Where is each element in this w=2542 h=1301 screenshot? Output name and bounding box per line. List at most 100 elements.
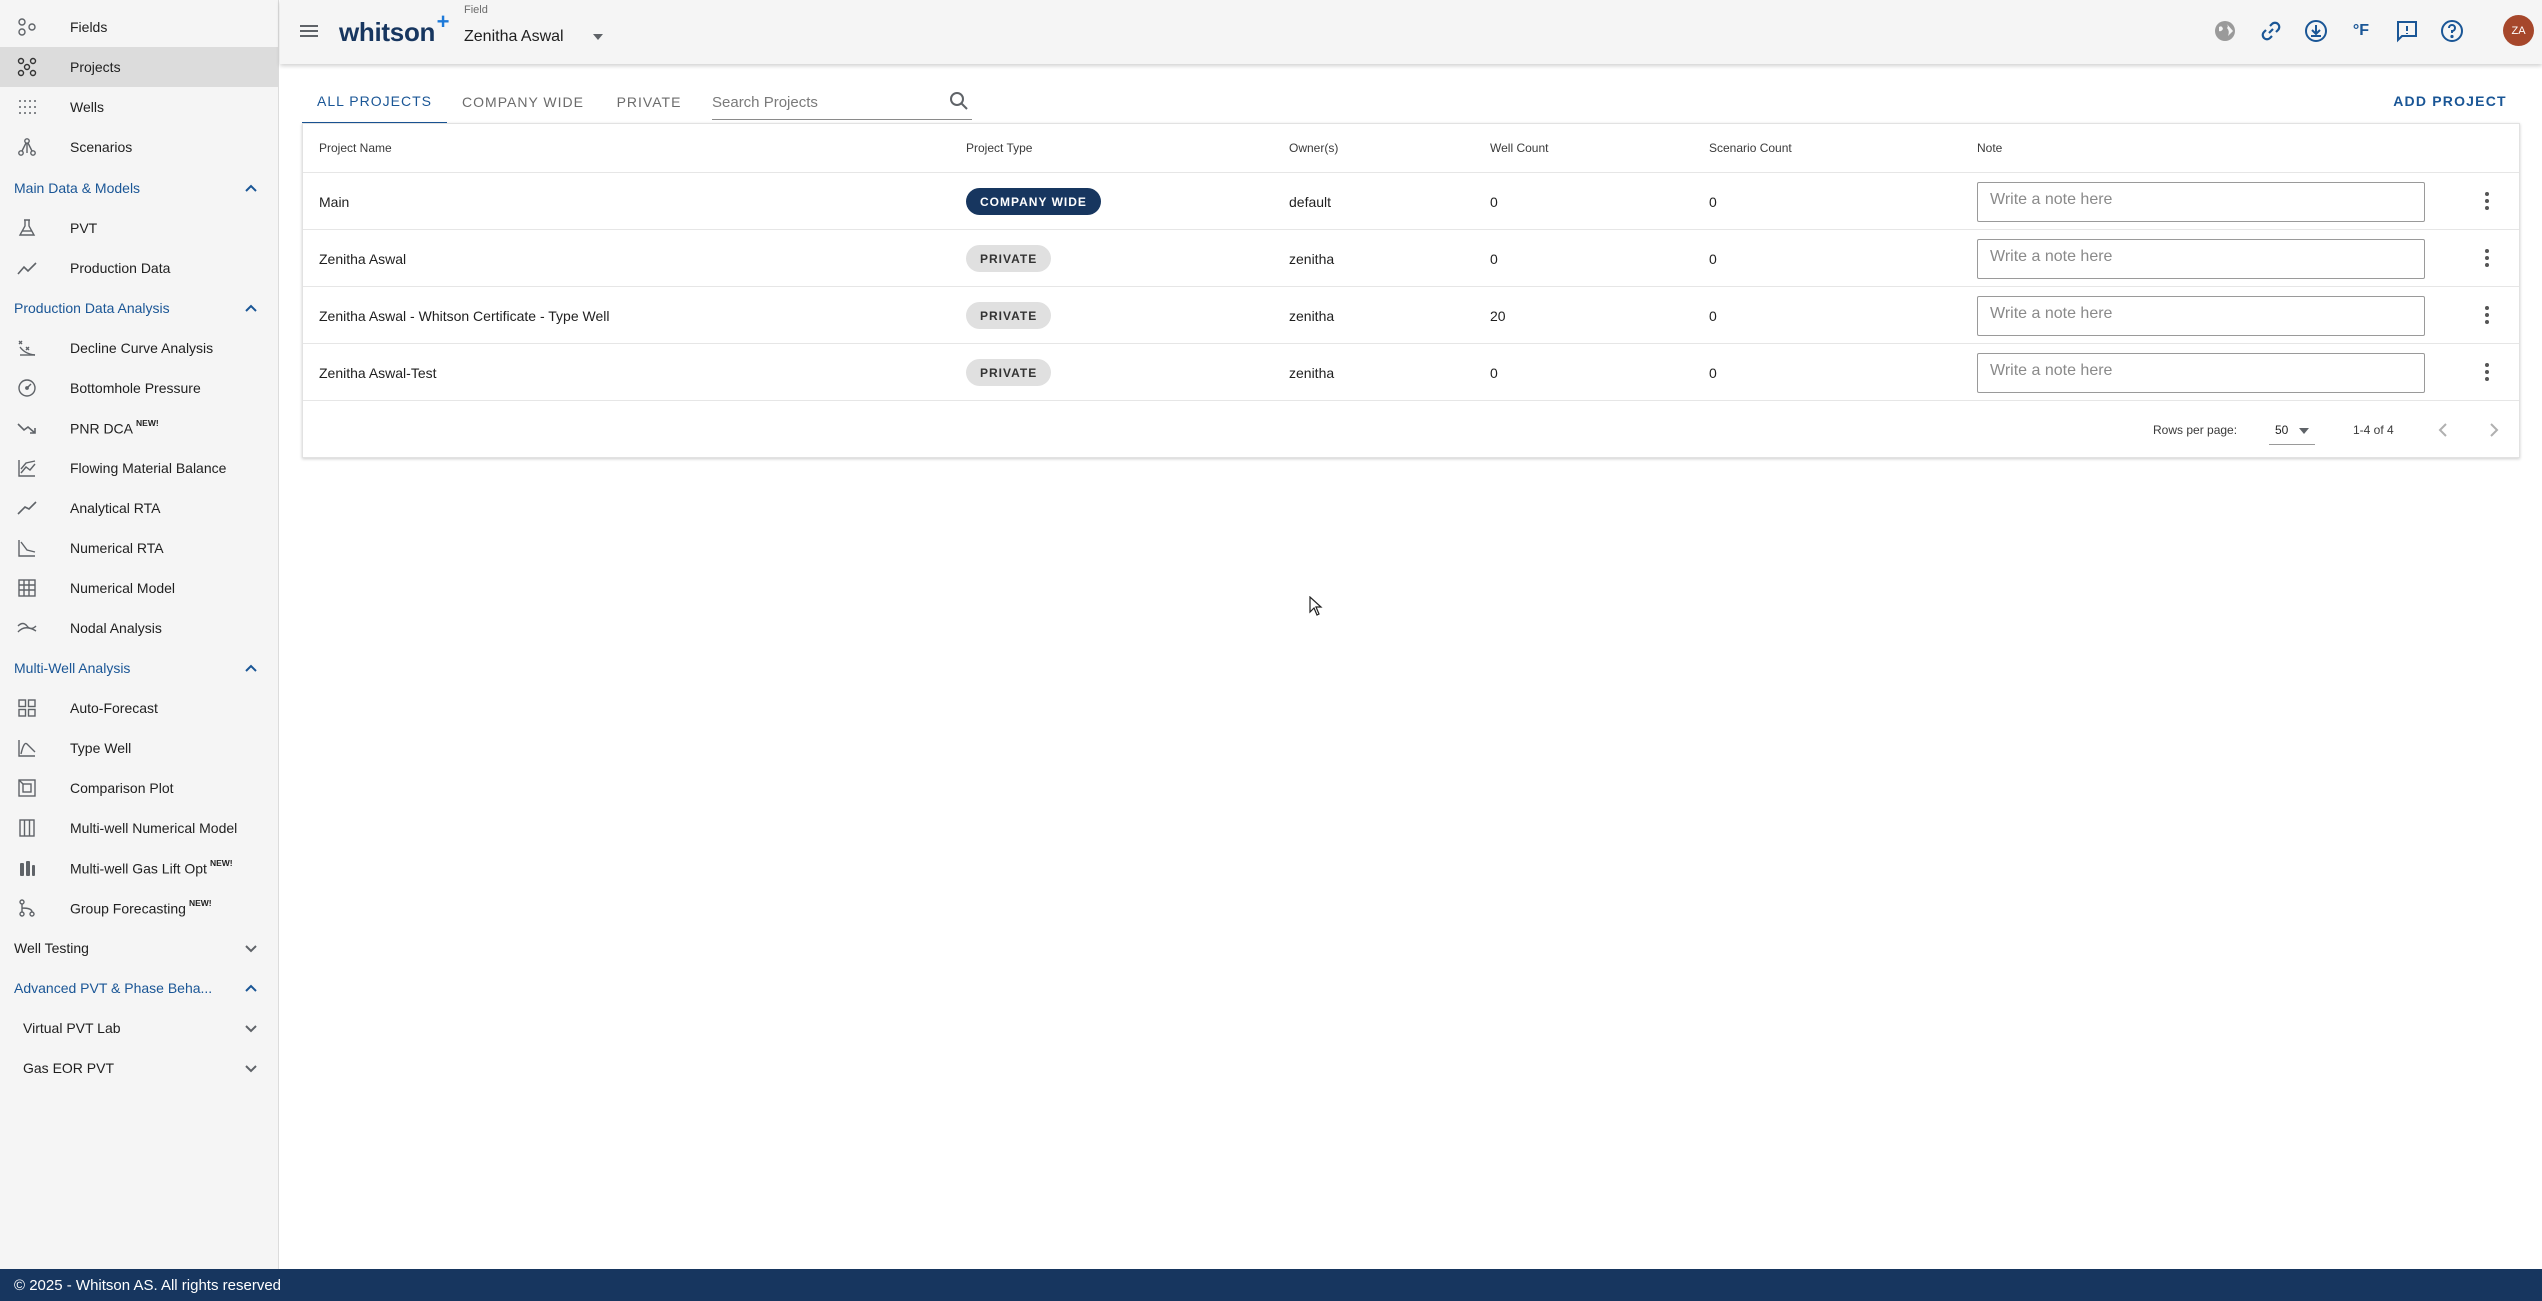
more-vert-icon[interactable] <box>2475 246 2499 270</box>
projects-table: Project Name Project Type Owner(s) Well … <box>302 123 2520 458</box>
table-row[interactable]: Zenitha Aswal-Test PRIVATE zenitha 0 0 <box>303 343 2519 400</box>
tab-all-projects[interactable]: ALL PROJECTS <box>302 80 447 124</box>
sidebar-item-label: Multi-well Gas Lift Opt NEW! <box>70 858 233 877</box>
scenario-count: 0 <box>1709 193 1717 210</box>
rows-per-page-value: 50 <box>2275 423 2289 437</box>
sidebar-item-multi-well-numerical-model[interactable]: Multi-well Numerical Model <box>0 808 278 848</box>
field-selector-value[interactable]: Zenitha Aswal <box>464 28 564 46</box>
logo-plus: + <box>436 9 450 34</box>
sidebar-item-production-data[interactable]: Production Data <box>0 248 278 288</box>
chevron-right-icon[interactable] <box>2483 419 2505 441</box>
field-caption: Field <box>464 4 488 16</box>
project-name[interactable]: Zenitha Aswal <box>319 230 406 287</box>
sidebar-item-bottomhole-pressure[interactable]: Bottomhole Pressure <box>0 368 278 408</box>
sidebar-item-pvt[interactable]: PVT <box>0 208 278 248</box>
sidebar-item-pnr-dca[interactable]: PNR DCA NEW! <box>0 408 278 448</box>
feedback-icon[interactable] <box>2395 19 2419 43</box>
footer: © 2025 - Whitson AS. All rights reserved <box>0 1269 2542 1301</box>
sidebar-item-label: Type Well <box>70 740 132 756</box>
sidebar-item-dca[interactable]: Decline Curve Analysis <box>0 328 278 368</box>
mouse-cursor-icon <box>1309 596 1323 616</box>
logo-text: whitson <box>339 17 436 47</box>
owner: zenitha <box>1289 364 1335 381</box>
search-box <box>712 84 972 120</box>
section-label: Multi-Well Analysis <box>14 660 131 676</box>
sidebar-item-numerical-model[interactable]: Numerical Model <box>0 568 278 608</box>
project-name[interactable]: Main <box>319 173 349 230</box>
column-header-scenario-count[interactable]: Scenario Count <box>1709 124 1792 172</box>
sidebar-item-wells[interactable]: Wells <box>0 87 278 127</box>
scenario-count: 0 <box>1709 364 1717 381</box>
more-vert-icon[interactable] <box>2475 360 2499 384</box>
sidebar-item-gas-lift-opt[interactable]: Multi-well Gas Lift Opt NEW! <box>0 848 278 888</box>
link-icon[interactable] <box>2259 19 2283 43</box>
add-project-button[interactable]: ADD PROJECT <box>2390 88 2510 114</box>
section-pda[interactable]: Production Data Analysis <box>0 288 278 328</box>
download-icon[interactable] <box>2304 19 2328 43</box>
sidebar-item-label: Scenarios <box>70 139 133 155</box>
copyright-text: © 2025 - Whitson AS. All rights reserved <box>14 1277 282 1294</box>
avatar[interactable]: ZA <box>2503 15 2534 46</box>
section-virtual-pvt-lab[interactable]: Virtual PVT Lab <box>0 1008 278 1048</box>
column-header-well-count[interactable]: Well Count <box>1490 124 1548 172</box>
chevron-down-icon <box>245 1065 257 1073</box>
temperature-unit-icon[interactable]: °F <box>2349 19 2373 43</box>
section-main-data[interactable]: Main Data & Models <box>0 168 278 208</box>
section-label: Main Data & Models <box>14 180 141 196</box>
caret-down-icon <box>2299 428 2309 434</box>
new-badge: NEW! <box>188 897 212 908</box>
sidebar-item-nodal-analysis[interactable]: Nodal Analysis <box>0 608 278 648</box>
rows-per-page-select[interactable]: 50 <box>2269 415 2315 445</box>
section-advanced-pvt[interactable]: Advanced PVT & Phase Beha... <box>0 968 278 1008</box>
sidebar-item-group-forecasting[interactable]: Group Forecasting NEW! <box>0 888 278 928</box>
sidebar-item-label: Comparison Plot <box>70 780 174 796</box>
globe-icon[interactable] <box>2213 19 2237 43</box>
search-input[interactable] <box>712 88 942 116</box>
sidebar-item-auto-forecast[interactable]: Auto-Forecast <box>0 688 278 728</box>
help-icon[interactable] <box>2440 19 2464 43</box>
tab-private[interactable]: PRIVATE <box>599 80 699 124</box>
project-name[interactable]: Zenitha Aswal-Test <box>319 344 437 401</box>
sidebar-item-label-text: Group Forecasting <box>70 900 186 917</box>
chevron-left-icon[interactable] <box>2432 419 2454 441</box>
note-input[interactable] <box>1977 239 2425 279</box>
column-header-owners[interactable]: Owner(s) <box>1289 124 1338 172</box>
caret-down-icon[interactable] <box>592 32 604 42</box>
tab-company-wide[interactable]: COMPANY WIDE <box>447 80 599 124</box>
sidebar-item-projects[interactable]: Projects <box>0 47 278 87</box>
section-well-testing[interactable]: Well Testing <box>0 928 278 968</box>
sidebar-item-label: Group Forecasting NEW! <box>70 897 212 917</box>
more-vert-icon[interactable] <box>2475 189 2499 213</box>
more-vert-icon[interactable] <box>2475 303 2499 327</box>
table-row[interactable]: Zenitha Aswal - Whitson Certificate - Ty… <box>303 286 2519 343</box>
sidebar-item-comparison-plot[interactable]: Comparison Plot <box>0 768 278 808</box>
section-multi-well[interactable]: Multi-Well Analysis <box>0 648 278 688</box>
well-count: 0 <box>1490 364 1498 381</box>
sidebar-item-type-well[interactable]: Type Well <box>0 728 278 768</box>
sidebar-item-label: Projects <box>70 59 121 75</box>
sidebar-item-flowing-material-balance[interactable]: Flowing Material Balance <box>0 448 278 488</box>
whitson-logo[interactable]: whitson + <box>339 9 449 48</box>
sidebar-item-analytical-rta[interactable]: Analytical RTA <box>0 488 278 528</box>
menu-icon[interactable] <box>298 20 320 42</box>
project-name[interactable]: Zenitha Aswal - Whitson Certificate - Ty… <box>319 287 609 344</box>
section-label: Production Data Analysis <box>14 300 170 316</box>
sidebar-item-scenarios[interactable]: Scenarios <box>0 127 278 167</box>
search-icon[interactable] <box>948 90 970 112</box>
column-header-project-name[interactable]: Project Name <box>319 124 392 172</box>
note-input[interactable] <box>1977 296 2425 336</box>
table-row[interactable]: Zenitha Aswal PRIVATE zenitha 0 0 <box>303 229 2519 286</box>
sidebar: Fields Projects Wells Scenarios Main Dat… <box>0 0 279 1269</box>
section-gas-eor-pvt[interactable]: Gas EOR PVT <box>0 1048 278 1088</box>
sidebar-item-numerical-rta[interactable]: Numerical RTA <box>0 528 278 568</box>
sidebar-item-label: Bottomhole Pressure <box>70 380 201 396</box>
column-header-project-type[interactable]: Project Type <box>966 124 1032 172</box>
table-row[interactable]: Main COMPANY WIDE default 0 0 <box>303 172 2519 229</box>
note-input[interactable] <box>1977 182 2425 222</box>
note-input[interactable] <box>1977 353 2425 393</box>
nodal-curves-icon <box>16 617 38 639</box>
sidebar-item-fields[interactable]: Fields <box>0 7 278 47</box>
sidebar-item-label: Nodal Analysis <box>70 620 162 636</box>
sidebar-item-label: Fields <box>70 19 108 35</box>
owner: default <box>1289 193 1332 210</box>
